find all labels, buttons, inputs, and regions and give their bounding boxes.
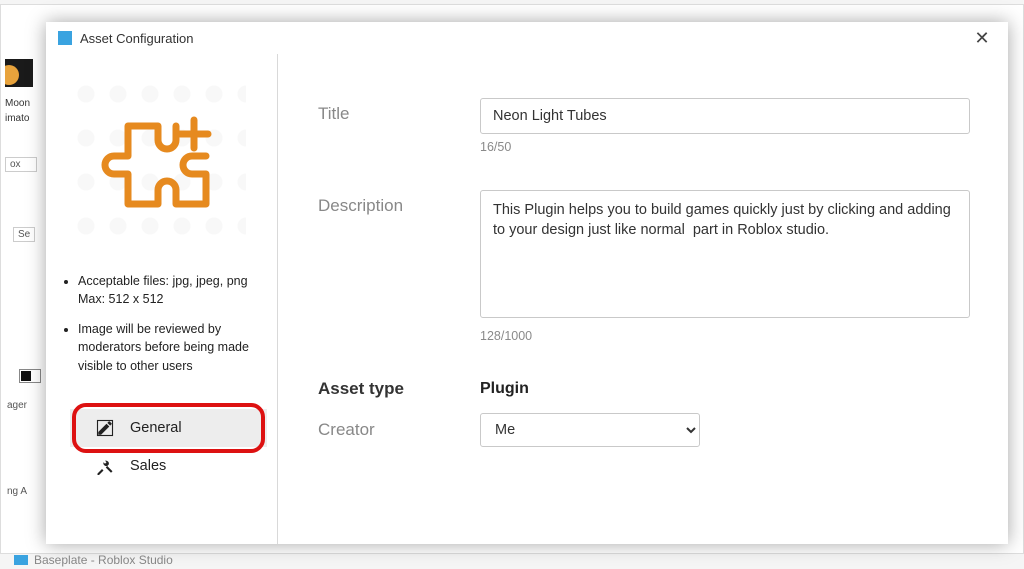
upload-notes: Acceptable files: jpg, jpeg, png Max: 51… — [70, 272, 267, 387]
bg-bottom-tab: ng A — [3, 485, 31, 498]
creator-label: Creator — [318, 420, 480, 440]
bg-panel-label: ox — [5, 157, 37, 172]
bg-toolbox-tab: ager — [3, 399, 31, 412]
description-label: Description — [318, 190, 480, 343]
taskbar-title: Baseplate - Roblox Studio — [34, 553, 173, 567]
bg-search-stub: Se — [13, 227, 35, 242]
asset-type-value: Plugin — [480, 380, 529, 398]
edit-icon — [96, 419, 114, 437]
max-dimensions-label: Max: 512 x 512 — [78, 290, 267, 308]
roblox-studio-icon — [58, 31, 72, 45]
creator-select[interactable]: Me — [480, 413, 700, 447]
bg-plugin-name1: Moon — [1, 96, 47, 111]
tab-sales[interactable]: Sales — [70, 447, 267, 485]
plugin-icon-thumbnail — [5, 59, 33, 87]
description-counter: 128/1000 — [480, 329, 970, 343]
right-pane: Title 16/50 Description This Plugin help… — [278, 54, 1008, 544]
taskbar-app-icon — [14, 555, 28, 565]
title-label: Title — [318, 98, 480, 154]
close-button[interactable]: ✕ — [968, 24, 996, 52]
asset-image-preview[interactable] — [70, 78, 246, 254]
left-pane: Acceptable files: jpg, jpeg, png Max: 51… — [46, 54, 278, 544]
acceptable-files-label: Acceptable files: jpg, jpeg, png — [78, 274, 248, 288]
review-note: Image will be reviewed by moderators bef… — [78, 322, 249, 372]
tab-general-label: General — [130, 420, 182, 436]
bg-color-swatch-white — [19, 369, 41, 383]
puzzle-plus-icon — [98, 106, 218, 226]
taskbar: Baseplate - Roblox Studio — [14, 553, 173, 567]
tab-general[interactable]: General — [70, 409, 267, 447]
dialog-titlebar: Asset Configuration ✕ — [46, 22, 1008, 54]
asset-type-label: Asset type — [318, 379, 480, 399]
tab-sales-label: Sales — [130, 458, 166, 474]
close-icon: ✕ — [974, 28, 989, 49]
tools-icon — [96, 457, 114, 475]
dialog-title: Asset Configuration — [80, 31, 193, 46]
side-tabs: General Sales — [70, 409, 267, 485]
title-input[interactable] — [480, 98, 970, 134]
bg-plugin-name2: imato — [1, 111, 47, 126]
description-textarea[interactable]: This Plugin helps you to build games qui… — [480, 190, 970, 318]
asset-configuration-dialog: Asset Configuration ✕ Acceptable files: — [46, 22, 1008, 544]
title-counter: 16/50 — [480, 140, 970, 154]
